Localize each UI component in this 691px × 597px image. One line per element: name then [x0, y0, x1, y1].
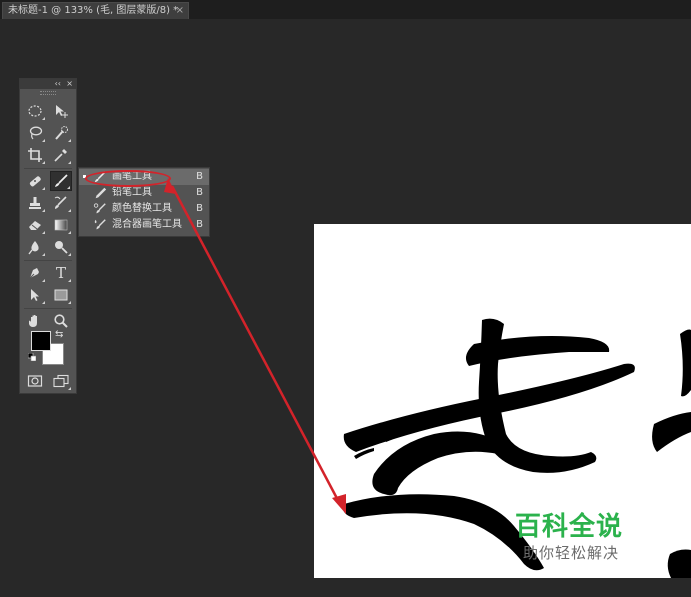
- dodge-tool[interactable]: [50, 237, 72, 257]
- document-tab-close-icon[interactable]: ×: [176, 3, 184, 18]
- flyout-item-color-replacement-tool[interactable]: 颜色替换工具 B: [79, 201, 209, 217]
- hand-tool[interactable]: [24, 311, 46, 331]
- eyedropper-tool[interactable]: [50, 145, 72, 165]
- tool-group-indicator: [42, 253, 45, 256]
- rectangle-tool[interactable]: [50, 285, 72, 305]
- dodge-icon: [55, 241, 68, 254]
- watermark-title: 百科全说: [515, 512, 624, 542]
- hand-icon: [29, 315, 37, 327]
- gradient-tool[interactable]: [50, 215, 72, 235]
- move-tool[interactable]: [50, 101, 72, 121]
- pen-tool[interactable]: [24, 263, 46, 283]
- tool-group-indicator: [67, 186, 70, 189]
- toolbar-separator: [24, 260, 72, 261]
- crop-icon: [28, 148, 42, 162]
- pencil-icon: [95, 187, 107, 199]
- history-brush-tool[interactable]: [50, 193, 72, 213]
- healing-brush-icon: [29, 176, 41, 187]
- lasso-icon: [29, 126, 43, 140]
- close-panel-icon[interactable]: ×: [66, 79, 73, 89]
- toolbar-separator: [24, 308, 72, 309]
- flyout-item-pencil-tool[interactable]: 铅笔工具 B: [79, 185, 209, 201]
- tool-group-indicator: [68, 231, 71, 234]
- collapse-panel-icon[interactable]: ‹‹: [55, 79, 61, 89]
- elliptical-marquee-icon: [28, 105, 42, 117]
- zoom-tool[interactable]: [50, 311, 72, 331]
- gradient-icon: [54, 219, 68, 231]
- zoom-icon: [54, 314, 68, 328]
- mixer-brush-icon: [94, 219, 106, 230]
- tool-group-indicator: [68, 209, 71, 212]
- tool-group-indicator: [42, 117, 45, 120]
- tool-group-indicator: [68, 161, 71, 164]
- flyout-item-shortcut: B: [196, 203, 203, 214]
- watermark-subtitle: 助你轻松解决: [523, 544, 620, 562]
- history-brush-icon: [54, 196, 67, 209]
- flyout-item-shortcut: B: [196, 187, 203, 198]
- lasso-tool[interactable]: [24, 123, 46, 143]
- tools-panel-header[interactable]: ‹‹ ×: [20, 79, 76, 89]
- document-tab-bar: 未标题-1 @ 133% (毛, 图层蒙版/8) * ×: [0, 0, 691, 19]
- path-selection-icon: [31, 289, 39, 301]
- default-colors-icon[interactable]: [28, 353, 36, 361]
- document-tab[interactable]: 未标题-1 @ 133% (毛, 图层蒙版/8) * ×: [2, 2, 189, 19]
- panel-grip[interactable]: [40, 91, 56, 95]
- swap-colors-icon[interactable]: ⇆: [55, 329, 63, 340]
- tool-group-indicator: [68, 301, 71, 304]
- quick-selection-icon: [55, 126, 68, 140]
- tool-group-indicator: [68, 253, 71, 256]
- elliptical-marquee-tool[interactable]: [24, 101, 46, 121]
- flyout-item-shortcut: B: [196, 171, 203, 182]
- flyout-item-mixer-brush-tool[interactable]: 混合器画笔工具 B: [79, 217, 209, 233]
- quick-selection-tool[interactable]: [50, 123, 72, 143]
- clone-stamp-icon: [29, 197, 41, 209]
- tool-group-indicator: [42, 161, 45, 164]
- quick-mask-icon: [27, 375, 43, 387]
- tools-panel: ‹‹ × T ⇆: [19, 78, 77, 394]
- tool-group-indicator: [42, 301, 45, 304]
- flyout-item-label: 颜色替换工具: [112, 203, 172, 214]
- crop-tool[interactable]: [24, 145, 46, 165]
- tool-group-indicator: [42, 209, 45, 212]
- flyout-item-label: 混合器画笔工具: [112, 219, 182, 230]
- annotation-highlight-ellipse: [85, 170, 171, 187]
- document-canvas[interactable]: 百科全说 助你轻松解决: [314, 224, 691, 578]
- eyedropper-icon: [54, 149, 67, 162]
- tool-group-indicator: [42, 187, 45, 190]
- quick-mask-button[interactable]: [24, 371, 46, 391]
- flyout-item-label: 铅笔工具: [112, 187, 152, 198]
- blur-icon: [28, 241, 39, 255]
- healing-brush-tool[interactable]: [24, 171, 46, 191]
- eraser-icon: [29, 221, 41, 230]
- screen-mode-icon: [53, 374, 69, 388]
- eraser-tool[interactable]: [24, 215, 46, 235]
- foreground-color-swatch[interactable]: [31, 331, 51, 351]
- tool-group-indicator: [68, 279, 71, 282]
- tool-group-indicator: [42, 231, 45, 234]
- document-tab-title: 未标题-1 @ 133% (毛, 图层蒙版/8) *: [8, 5, 179, 16]
- toolbar-separator: [24, 168, 72, 169]
- brush-tool[interactable]: [50, 171, 72, 191]
- tool-group-indicator: [68, 139, 71, 142]
- tool-group-indicator: [68, 387, 71, 390]
- type-icon: T: [55, 264, 66, 282]
- move-icon: [56, 105, 68, 118]
- tool-group-indicator: [42, 139, 45, 142]
- clone-stamp-tool[interactable]: [24, 193, 46, 213]
- type-tool[interactable]: T: [50, 263, 72, 283]
- tool-group-indicator: [42, 279, 45, 282]
- flyout-item-shortcut: B: [196, 219, 203, 230]
- blur-tool[interactable]: [24, 237, 46, 257]
- pen-icon: [29, 268, 39, 279]
- color-replacement-icon: [93, 203, 106, 214]
- path-selection-tool[interactable]: [24, 285, 46, 305]
- screen-mode-button[interactable]: [50, 371, 72, 391]
- rectangle-icon: [54, 289, 68, 301]
